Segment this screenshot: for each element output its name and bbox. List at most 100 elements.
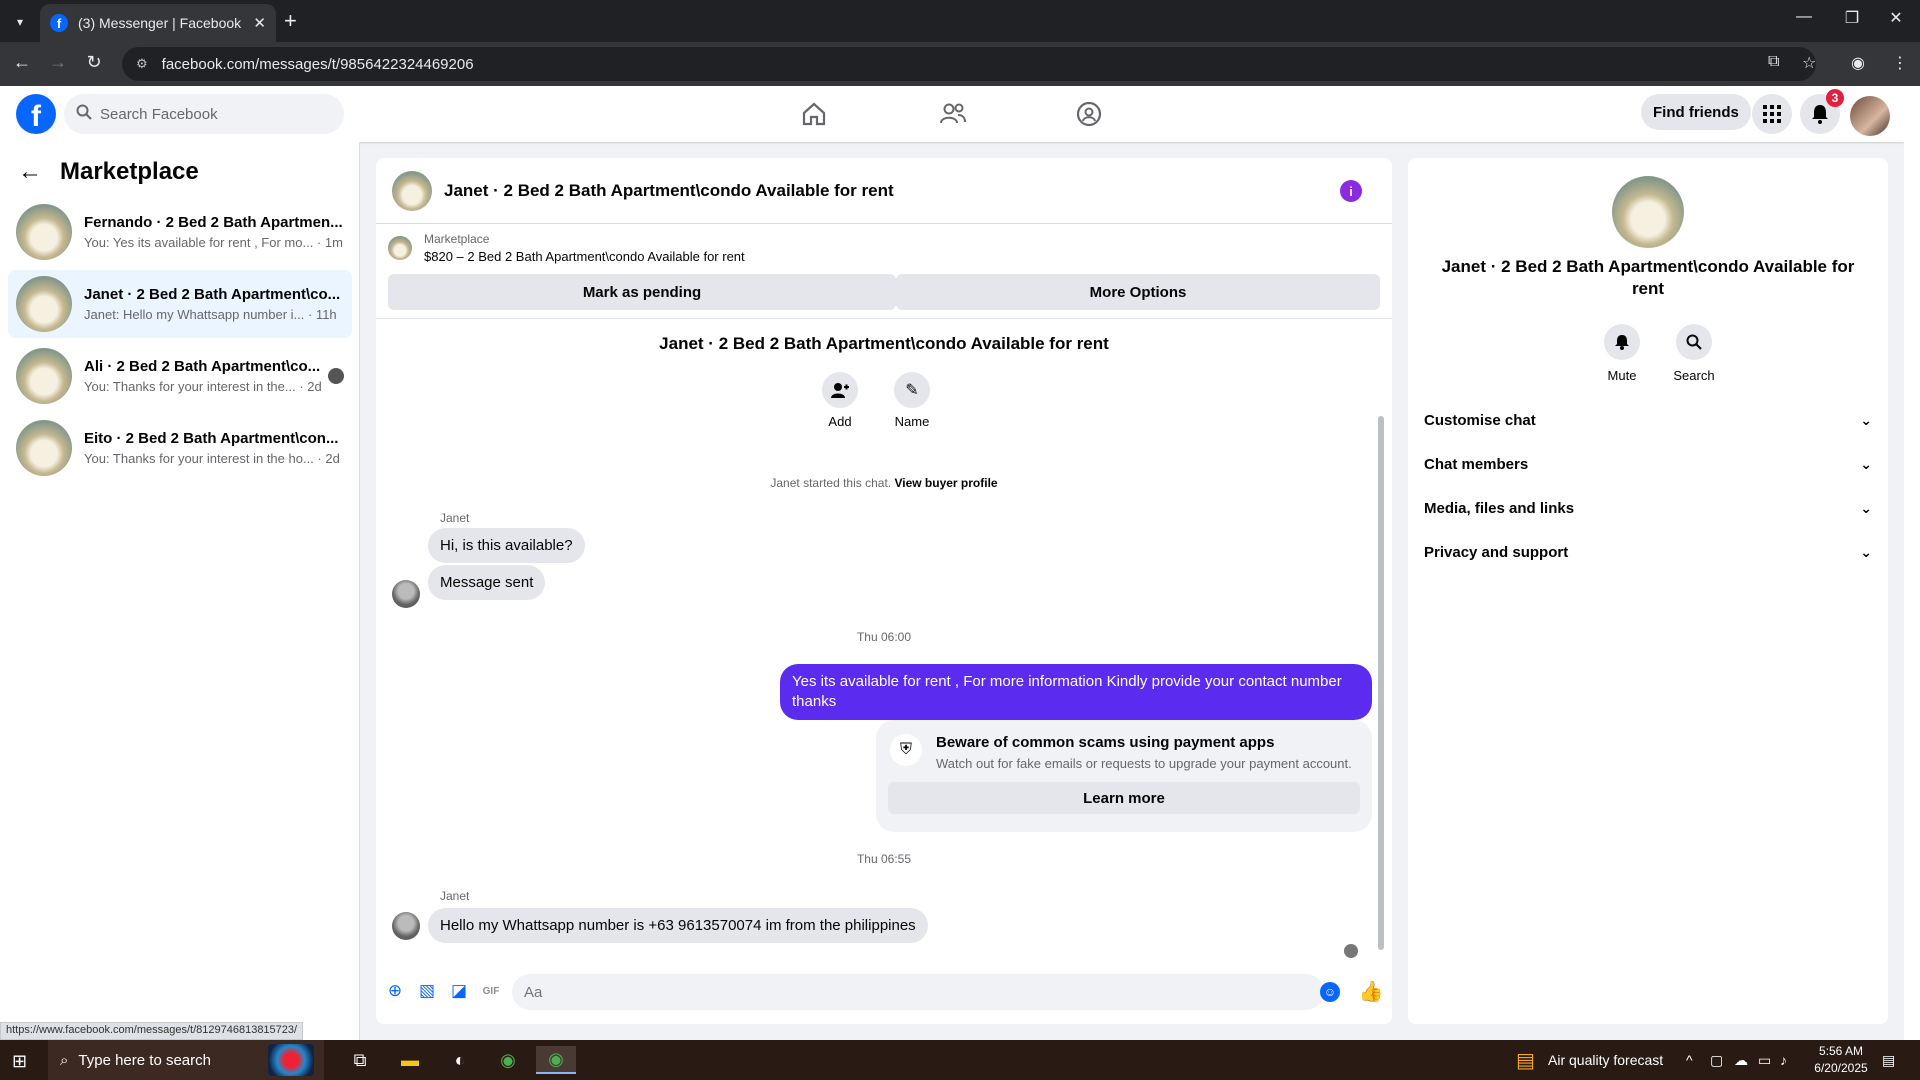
listing-thumbnail [16,204,72,260]
conversation-item-active[interactable]: Janet · 2 Bed 2 Bath Apartment\co... Jan… [8,270,352,338]
conversation-name: Eito · 2 Bed 2 Bath Apartment\con... [84,430,339,447]
site-info-icon[interactable]: ⚙ [136,56,148,72]
search-action[interactable]: Search [1664,324,1724,383]
customise-chat-row[interactable]: Customise chat ⌄ [1424,402,1872,438]
facebook-logo-icon[interactable]: f [16,94,56,134]
sender-avatar[interactable] [392,580,420,608]
photo-icon[interactable]: ▧ [416,980,438,1002]
incoming-message[interactable]: Hello my Whattsapp number is +63 9613570… [428,908,928,943]
windows-start-icon[interactable]: ⊞ [12,1051,27,1072]
sender-name: Janet [440,511,470,525]
account-avatar[interactable] [1850,96,1890,136]
chat-title[interactable]: Janet · 2 Bed 2 Bath Apartment\condo Ava… [444,181,894,201]
close-window-icon[interactable]: ✕ [1884,8,1908,28]
chat-started-note: Janet started this chat. View buyer prof… [376,476,1392,490]
page-scrollbar[interactable] [1904,86,1920,1040]
outgoing-message[interactable]: Yes its available for rent , For more in… [780,664,1372,720]
message-input[interactable] [512,974,1324,1010]
listing-summary[interactable]: Marketplace $820 – 2 Bed 2 Bath Apartmen… [388,232,745,264]
chrome-active-icon[interactable]: ◉ [536,1046,576,1074]
onedrive-icon[interactable]: ☁ [1734,1052,1748,1069]
message-scrollbar[interactable] [1378,416,1384,950]
tab-list-chevron-icon[interactable]: ▾ [8,10,32,34]
name-action[interactable]: ✎ Name [882,372,942,429]
volume-icon[interactable]: ♪ [1780,1052,1787,1068]
url-field[interactable]: ⚙ facebook.com/messages/t/98564223244692… [122,47,1816,81]
incoming-message[interactable]: Message sent [428,565,546,600]
mute-label: Mute [1607,368,1637,383]
close-tab-icon[interactable]: ✕ [253,14,266,32]
groups-icon[interactable] [1075,100,1103,128]
task-view-icon[interactable]: ⧉ [340,1046,380,1074]
weather-icon[interactable]: ▤ [1516,1048,1535,1073]
windows-taskbar: ⊞ ⌕ Type here to search ⧉ ▬ ◐ ◉ ◉ ▤ Air … [0,1040,1920,1080]
mute-action[interactable]: Mute [1592,324,1652,383]
details-thumbnail[interactable] [1612,176,1684,248]
show-hidden-icons[interactable]: ^ [1686,1052,1693,1068]
more-options-button[interactable]: More Options [896,274,1380,310]
search-placeholder: Search Facebook [100,105,218,123]
gif-icon[interactable]: GIF [480,980,502,1002]
row-label: Chat members [1424,455,1529,473]
conversation-snippet: You: Yes its available for rent , For mo… [84,235,343,250]
like-thumb-icon[interactable]: 👍 [1359,980,1384,1003]
back-arrow-icon[interactable]: ← [18,158,42,186]
chat-members-row[interactable]: Chat members ⌄ [1424,446,1872,482]
clock-date: 6/20/2025 [1814,1061,1868,1075]
media-files-links-row[interactable]: Media, files and links ⌄ [1424,490,1872,526]
learn-more-button[interactable]: Learn more [888,782,1360,814]
chat-thumbnail[interactable] [392,170,432,211]
mark-as-pending-button[interactable]: Mark as pending [388,274,896,310]
clock-time: 5:56 AM [1818,1044,1864,1058]
conversation-sidebar: ← Marketplace Fernando · 2 Bed 2 Bath Ap… [0,142,360,1040]
back-icon[interactable]: ← [10,52,34,73]
meet-icon[interactable]: ▢ [1710,1052,1723,1069]
incoming-message[interactable]: Hi, is this available? [428,528,585,563]
new-tab-icon[interactable]: + [284,8,297,34]
chat-header: Janet · 2 Bed 2 Bath Apartment\condo Ava… [376,158,1392,224]
friends-icon[interactable] [939,100,967,128]
emoji-icon[interactable]: ☺ [1320,982,1340,1002]
details-title: Janet · 2 Bed 2 Bath Apartment\condo Ava… [1441,257,1855,298]
add-action[interactable]: Add [810,372,870,429]
url-text: facebook.com/messages/t/9856422324469206 [161,55,474,73]
taskbar-search[interactable]: ⌕ Type here to search [48,1040,324,1080]
conversation-name: Ali · 2 Bed 2 Bath Apartment\co... [84,358,321,375]
listing-thumbnail [16,348,72,404]
install-app-icon[interactable]: ⧉ [1768,53,1779,71]
notification-center-icon[interactable]: ▤ [1882,1052,1895,1069]
bookmark-star-icon[interactable]: ☆ [1802,53,1816,73]
restore-icon[interactable]: ❐ [1840,8,1864,28]
app-icon[interactable]: ◐ [440,1046,480,1074]
conversation-item[interactable]: Ali · 2 Bed 2 Bath Apartment\co... You: … [8,342,352,410]
profile-icon[interactable]: ◉ [1851,53,1865,73]
conversation-item[interactable]: Eito · 2 Bed 2 Bath Apartment\con... You… [8,414,352,482]
listing-small-thumbnail [388,236,412,260]
chrome-icon[interactable]: ◉ [488,1046,528,1074]
conversation-item[interactable]: Fernando · 2 Bed 2 Bath Apartmen... You:… [8,198,352,266]
row-label: Media, files and links [1424,499,1575,517]
browser-tab[interactable]: f (3) Messenger | Facebook ✕ [40,4,276,42]
sender-avatar[interactable] [392,912,420,940]
plus-circle-icon[interactable]: ⊕ [384,980,406,1002]
reload-icon[interactable]: ↻ [82,52,106,73]
view-buyer-profile-link[interactable]: View buyer profile [894,476,997,490]
file-explorer-icon[interactable]: ▬ [390,1046,430,1074]
network-icon[interactable]: ▭ [1758,1052,1771,1069]
privacy-support-row[interactable]: Privacy and support ⌄ [1424,534,1872,570]
taskbar-clock[interactable]: 5:56 AM 6/20/2025 [1806,1043,1876,1077]
info-icon[interactable]: i [1340,180,1362,202]
link-hover-status: https://www.facebook.com/messages/t/8129… [0,1022,304,1040]
minimize-icon[interactable]: — [1792,8,1816,26]
menu-kebab-icon[interactable]: ⋮ [1892,53,1908,73]
home-icon[interactable] [800,100,828,128]
forward-icon[interactable]: → [46,52,70,73]
conversation-snippet: You: Thanks for your interest in the ho.… [84,451,340,466]
weather-text[interactable]: Air quality forecast [1548,1052,1663,1068]
search-highlight-image [268,1044,314,1076]
sticker-icon[interactable]: ◪ [448,980,470,1002]
tab-title: (3) Messenger | Facebook [78,15,242,31]
find-friends-button[interactable]: Find friends [1641,94,1751,130]
menu-grid-icon[interactable] [1752,94,1792,134]
facebook-search-input[interactable]: Search Facebook [64,94,344,134]
